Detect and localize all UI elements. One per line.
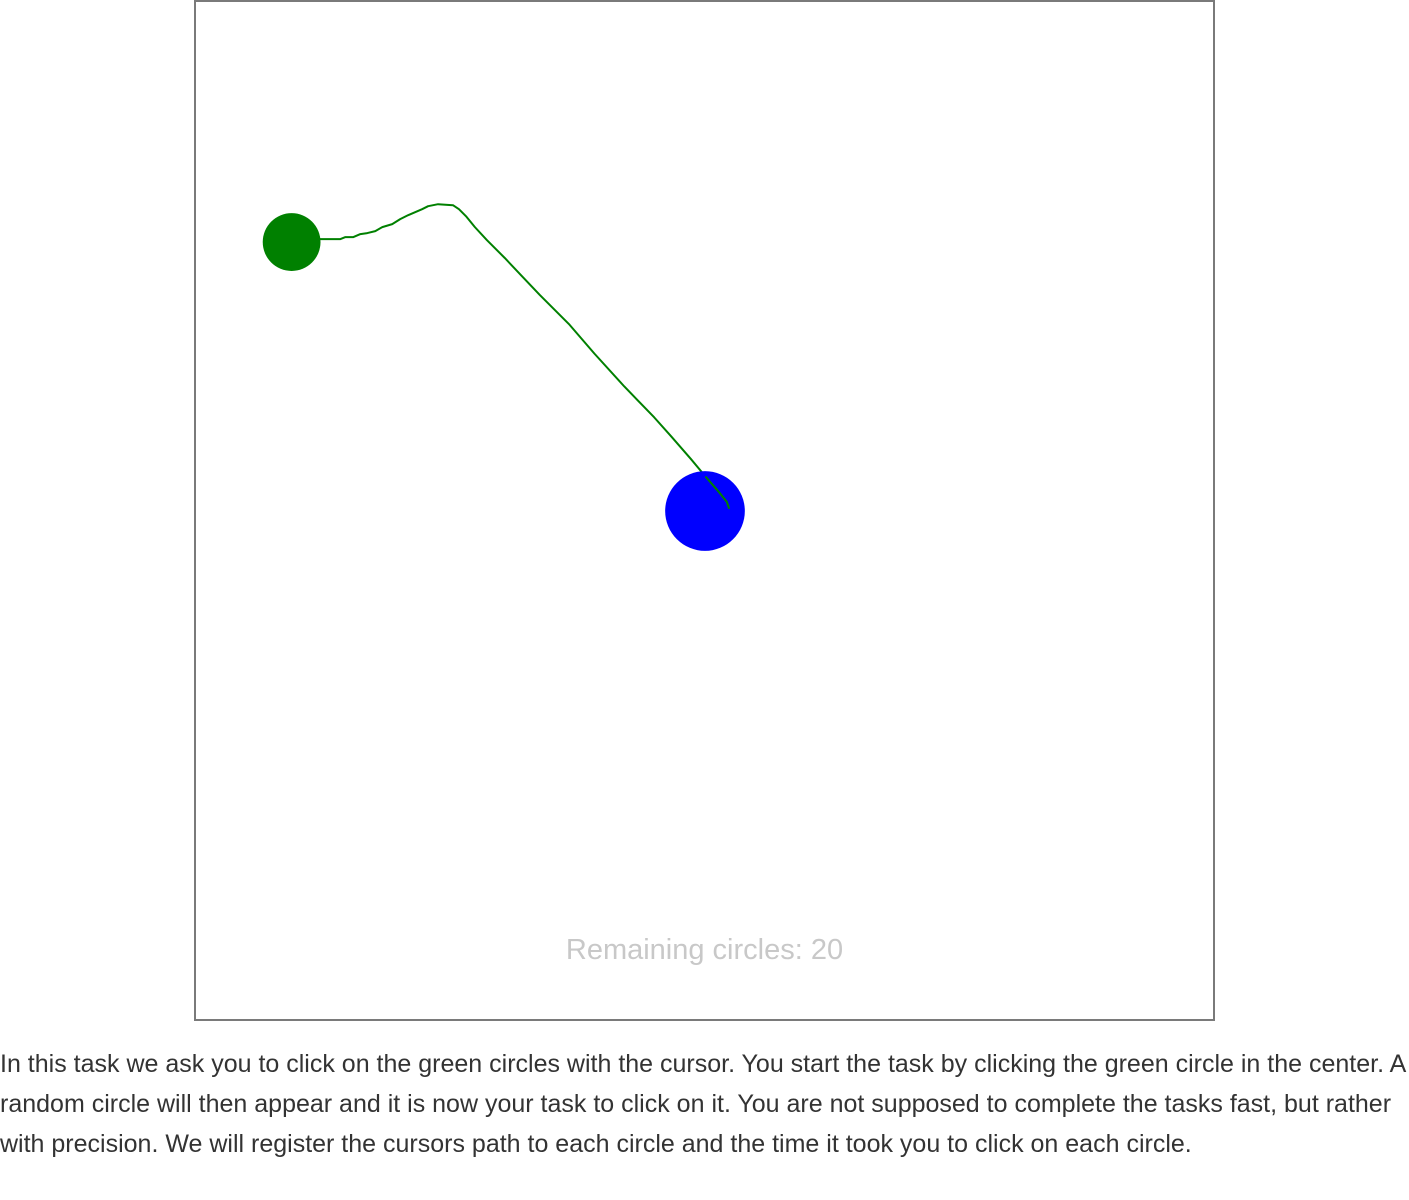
remaining-circles-counter: Remaining circles: 20 [565, 934, 844, 966]
task-canvas[interactable]: Remaining circles: 20 [194, 0, 1215, 1021]
green-target-circle[interactable] [262, 213, 321, 271]
blue-cursor-circle[interactable] [665, 471, 745, 551]
cursor-path [290, 203, 730, 510]
task-instructions: In this task we ask you to click on the … [0, 1050, 1405, 1158]
task-drawing [262, 203, 745, 551]
